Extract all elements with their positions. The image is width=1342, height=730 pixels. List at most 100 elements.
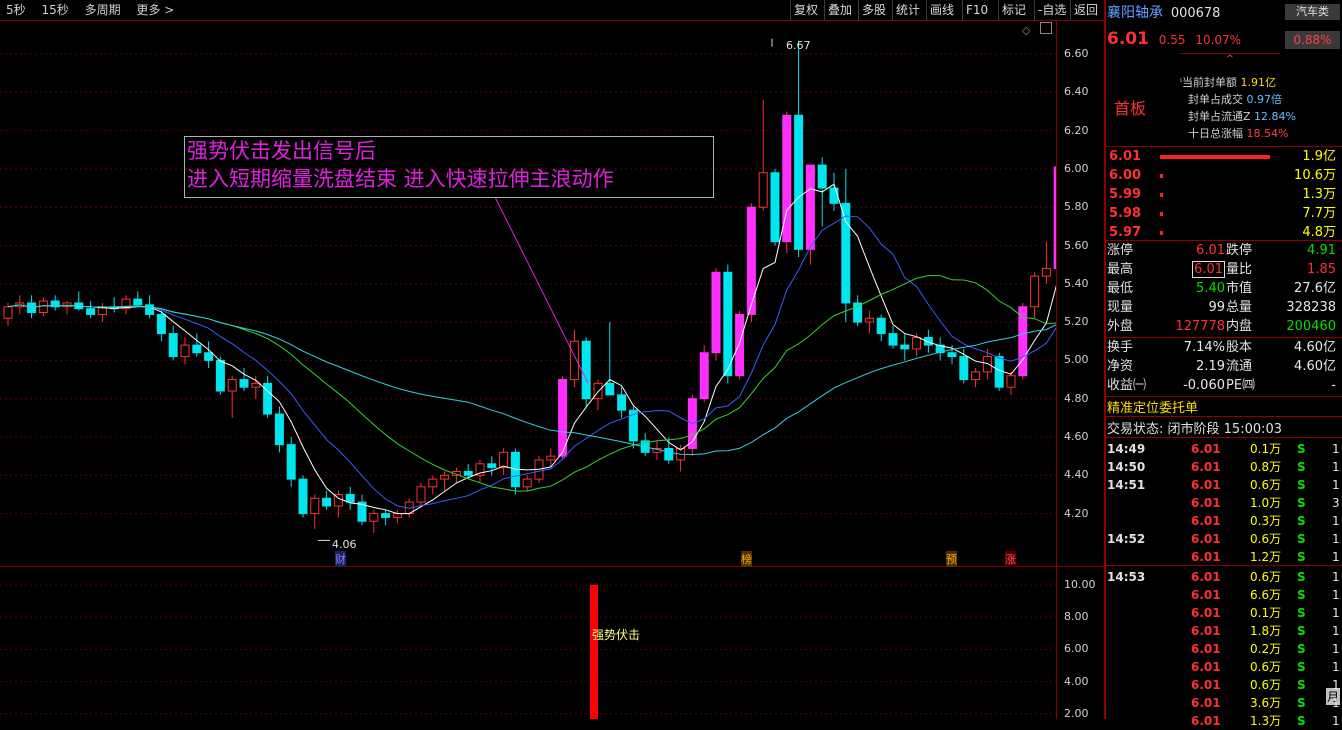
candle-body — [204, 352, 214, 361]
tick-time: 14:50 — [1107, 460, 1146, 474]
annotation-arrow — [494, 196, 589, 384]
stat-value: 4.91 — [1307, 243, 1336, 258]
candle-body — [817, 164, 827, 189]
candle-body — [699, 352, 709, 400]
order-book-row[interactable]: 5.99 1.3万 — [1107, 186, 1340, 204]
stat-value: - — [1331, 378, 1336, 393]
stat-label: 内盘 — [1226, 319, 1253, 334]
overlay-button[interactable]: 叠加 — [824, 0, 855, 20]
stats-row: 最高 6.01 量比 1.85 — [1107, 261, 1340, 279]
collapse-chevron-icon[interactable]: ^ — [1180, 53, 1280, 65]
candle-body — [1041, 267, 1051, 277]
marker-finance[interactable]: 财 — [335, 551, 346, 567]
stat-label: 跌停 — [1226, 243, 1253, 258]
candle-body — [959, 356, 969, 381]
candle-body — [168, 333, 178, 358]
tick-row: 6.01 3.6万 S 1 — [1107, 694, 1340, 712]
stat-label: 量比 — [1226, 262, 1253, 277]
stats-row: 净资 2.19 流通 4.60亿 — [1107, 358, 1340, 376]
tick-price: 6.01 — [1191, 606, 1221, 620]
order-book-row[interactable]: 5.98 7.7万 — [1107, 205, 1340, 223]
price-line: 6.01 0.55 10.07% 0.88% — [1107, 29, 1342, 51]
tick-row: 14:53 6.01 0.6万 S 1 — [1107, 568, 1340, 586]
tick-side: S — [1297, 442, 1306, 456]
adjust-button[interactable]: 复权 — [790, 0, 821, 20]
period-5s[interactable]: 5秒 — [6, 3, 26, 17]
candle-body — [664, 447, 674, 461]
mark-button[interactable]: 标记 — [998, 0, 1029, 20]
settings-diamond-icon[interactable]: ◇ — [1022, 24, 1030, 37]
window-box-icon[interactable] — [1040, 22, 1052, 34]
tick-time: 14:52 — [1107, 532, 1146, 546]
multi-period[interactable]: 多周期 — [85, 3, 121, 17]
tick-volume: 0.6万 — [1250, 570, 1282, 584]
candlestick-chart[interactable] — [0, 21, 1056, 719]
stat-value: 4.60亿 — [1294, 340, 1336, 355]
seal-row: 十日总涨幅 18.54% — [1188, 127, 1289, 140]
stat-value: 7.14% — [1183, 340, 1225, 355]
more-menu[interactable]: 更多 > — [136, 3, 174, 17]
tick-separator — [1106, 565, 1342, 566]
candle-body — [345, 493, 355, 503]
candle-body — [794, 114, 804, 250]
marker-forecast[interactable]: 预 — [946, 551, 957, 567]
candle-body — [1030, 275, 1040, 308]
tick-row: 14:49 6.01 0.1万 S 1 — [1107, 440, 1340, 458]
candle-body — [912, 336, 922, 350]
order-book-row[interactable]: 6.00 10.6万 — [1107, 167, 1340, 185]
price-tick-label: 5.20 — [1064, 315, 1089, 329]
multi-stock-button[interactable]: 多股 — [858, 0, 889, 20]
stat-label: 流通 — [1226, 359, 1253, 374]
candle-body — [805, 164, 815, 250]
tick-row: 6.01 1.8万 S 1 — [1107, 622, 1340, 640]
order-panel-title[interactable]: 精准定位委托单 — [1107, 397, 1198, 416]
tick-count: 1 — [1332, 550, 1340, 564]
draw-line-button[interactable]: 画线 — [926, 0, 957, 20]
tick-count: 1 — [1332, 532, 1340, 546]
last-price: 6.01 — [1107, 29, 1149, 49]
seal-info: ⁱ当前封单额 1.91亿 封单占成交 0.97倍 封单占流通Z 12.84% 十… — [1180, 74, 1296, 142]
candle-body — [274, 413, 284, 446]
candle-body — [864, 317, 874, 323]
bid-volume: 1.3万 — [1302, 187, 1336, 202]
stat-value: 200460 — [1286, 319, 1336, 334]
price-change-pct: 10.07% — [1195, 33, 1242, 47]
bid-volume: 1.9亿 — [1302, 149, 1336, 164]
sector-tag[interactable]: 汽车类 — [1285, 4, 1340, 20]
candle-body — [440, 474, 450, 480]
tick-side: S — [1297, 696, 1306, 710]
board-label: 首板 — [1114, 99, 1147, 118]
period-15s[interactable]: 15秒 — [41, 3, 68, 17]
tick-row: 6.01 0.1万 S 1 — [1107, 604, 1340, 622]
stats-button[interactable]: 统计 — [892, 0, 923, 20]
marker-limit-up[interactable]: 涨 — [1005, 551, 1016, 567]
tick-volume: 0.1万 — [1250, 606, 1282, 620]
bid-volume: 10.6万 — [1294, 168, 1336, 183]
candle-body — [746, 206, 756, 315]
stat-label: 涨停 — [1107, 243, 1134, 258]
tick-side: S — [1297, 642, 1306, 656]
stat-value: -0.060 — [1183, 378, 1225, 393]
f10-button[interactable]: F10 — [962, 0, 991, 20]
price-tick-label: 4.80 — [1064, 391, 1089, 405]
candle-body — [487, 463, 497, 469]
candle-body — [3, 306, 13, 319]
high-price-label: 6.67 — [786, 39, 811, 52]
tick-price: 6.01 — [1191, 588, 1221, 602]
candle-body — [723, 271, 733, 377]
price-tick-label: 5.00 — [1064, 353, 1089, 367]
order-book-row[interactable]: 6.01 1.9亿 — [1107, 148, 1340, 166]
tick-side: S — [1297, 460, 1306, 474]
tick-volume: 0.1万 — [1250, 442, 1282, 456]
stats-row: 收益㈠ -0.060 PE㈣ - — [1107, 377, 1340, 395]
candle-body — [463, 470, 473, 476]
tick-count: 1 — [1332, 514, 1340, 528]
seal-row: 封单占流通Z 12.84% — [1188, 110, 1296, 123]
volume-tick-label: 10.00 — [1064, 578, 1096, 591]
tick-row: 6.01 0.6万 S 1 — [1107, 676, 1340, 694]
watchlist-button[interactable]: -自选 — [1034, 0, 1069, 20]
bid-price: 6.00 — [1109, 168, 1142, 183]
stock-name: 襄阳轴承 — [1107, 5, 1163, 21]
back-button[interactable]: 返回 — [1070, 0, 1101, 20]
marker-rank[interactable]: 榜 — [741, 551, 752, 567]
